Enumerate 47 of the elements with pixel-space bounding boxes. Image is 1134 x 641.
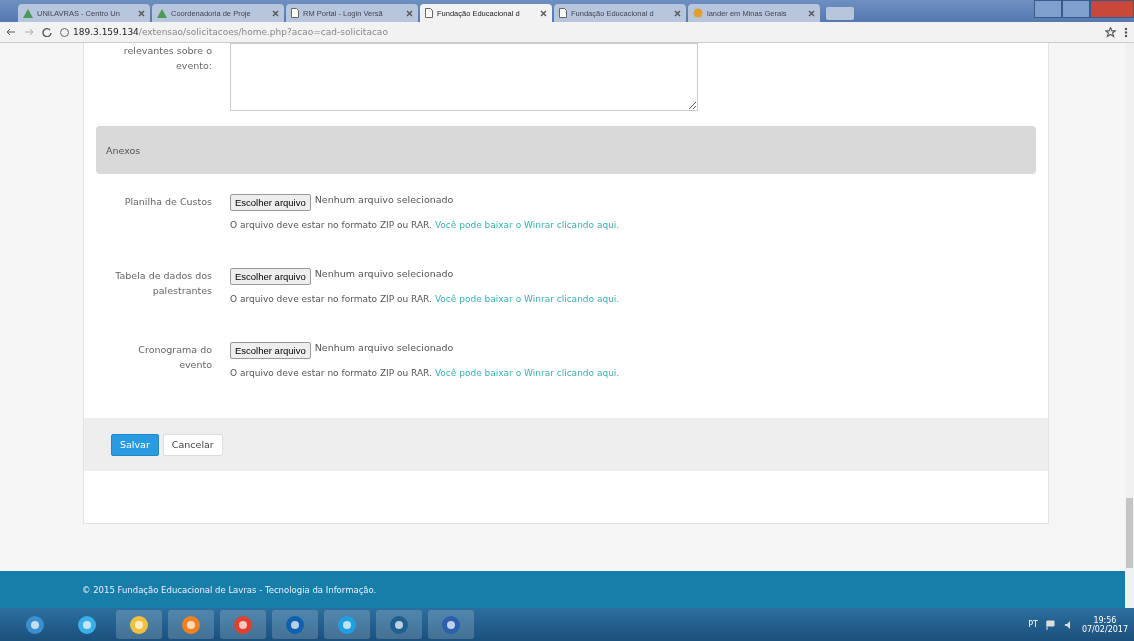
minimize-button[interactable] bbox=[1034, 0, 1062, 18]
maximize-button[interactable] bbox=[1062, 0, 1090, 18]
file-status: Nenhum arquivo selecionado bbox=[314, 342, 454, 353]
clock-date[interactable]: 07/02/2017 bbox=[1081, 624, 1128, 634]
app-icon[interactable] bbox=[285, 614, 305, 635]
star-icon[interactable] bbox=[1105, 26, 1116, 38]
page-icon bbox=[291, 8, 299, 18]
close-icon[interactable] bbox=[808, 9, 815, 17]
help-text: O arquivo deve estar no formato ZIP ou RAR. bbox=[230, 220, 432, 230]
file-status: Nenhum arquivo selecionado bbox=[314, 194, 454, 205]
flag-icon[interactable] bbox=[1045, 619, 1056, 630]
field-label: Tabela de dados dos palestrantes bbox=[114, 269, 212, 298]
close-icon[interactable] bbox=[540, 9, 547, 17]
choose-file-button[interactable]: Escolher arquivo bbox=[230, 268, 311, 285]
language-indicator[interactable]: PT bbox=[1028, 620, 1038, 629]
triangle-logo-icon bbox=[157, 8, 167, 18]
back-icon[interactable] bbox=[6, 27, 16, 37]
app-icon[interactable] bbox=[337, 614, 357, 635]
section-header: Anexos bbox=[96, 126, 1036, 174]
close-icon[interactable] bbox=[272, 9, 279, 17]
field-label: relevantes sobre o evento: bbox=[122, 44, 212, 73]
help-text: O arquivo deve estar no formato ZIP ou RAR. bbox=[230, 368, 432, 378]
file-status: Nenhum arquivo selecionado bbox=[314, 268, 454, 279]
info-icon bbox=[60, 27, 69, 37]
choose-file-button[interactable]: Escolher arquivo bbox=[230, 194, 311, 211]
close-icon[interactable] bbox=[406, 9, 413, 17]
page-icon bbox=[559, 8, 567, 18]
choose-file-button[interactable]: Escolher arquivo bbox=[230, 342, 311, 359]
app-icon[interactable] bbox=[441, 614, 461, 635]
triangle-logo-icon bbox=[23, 8, 33, 18]
close-icon[interactable] bbox=[138, 9, 145, 17]
app-icon[interactable] bbox=[181, 614, 201, 635]
app-icon[interactable] bbox=[129, 614, 149, 635]
app-icon[interactable] bbox=[389, 614, 409, 635]
help-text: O arquivo deve estar no formato ZIP ou RAR. bbox=[230, 294, 432, 304]
field-label: Planilha de Custos bbox=[123, 195, 212, 209]
app-icon[interactable] bbox=[233, 614, 253, 635]
cancel-button[interactable]: Cancelar bbox=[162, 433, 223, 456]
footer-text: © 2015 Fundação Educacional de Lavras - Tecnologia da Informação. bbox=[0, 571, 1125, 608]
clock-time[interactable]: 19:56 bbox=[1093, 615, 1117, 625]
app-icon[interactable] bbox=[77, 614, 97, 635]
reload-icon[interactable] bbox=[42, 27, 52, 37]
close-icon[interactable] bbox=[674, 9, 681, 17]
field-label: Cronograma do evento bbox=[137, 343, 212, 372]
windows-logo-icon[interactable] bbox=[25, 614, 45, 635]
page-icon bbox=[425, 8, 433, 18]
menu-icon[interactable] bbox=[1124, 26, 1128, 38]
